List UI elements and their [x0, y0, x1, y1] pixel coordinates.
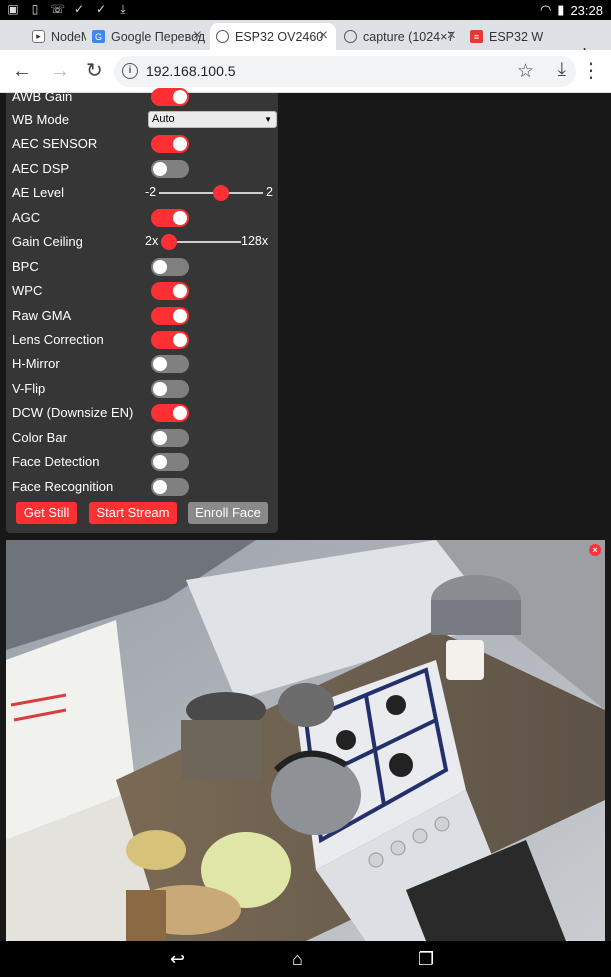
- info-icon[interactable]: i: [122, 63, 138, 79]
- row-awb-gain: AWB Gain: [12, 86, 274, 108]
- row-wb-mode: WB Mode Auto ▼: [12, 109, 277, 131]
- aec-sensor-toggle[interactable]: [151, 135, 189, 153]
- download-done-icon: ⤓: [120, 2, 126, 16]
- recents-nav-icon[interactable]: ❐: [418, 949, 434, 970]
- row-lens-correction: Lens Correction: [12, 329, 274, 351]
- wb-mode-select[interactable]: Auto ▼: [148, 111, 277, 128]
- aec-dsp-toggle[interactable]: [151, 160, 189, 178]
- close-icon[interactable]: ×: [447, 28, 456, 44]
- ae-level-slider[interactable]: [159, 192, 263, 194]
- notification-icons: ▣ ▯ ☏ ✓ ✓ ⤓: [6, 2, 130, 16]
- row-dcw: DCW (Downsize EN): [12, 402, 274, 424]
- enroll-face-button[interactable]: Enroll Face: [188, 502, 268, 524]
- address-bar[interactable]: i 192.168.100.5 ☆ ⤓: [114, 56, 576, 87]
- gain-ceiling-slider[interactable]: [169, 241, 241, 243]
- android-nav-bar: ↩ ⌂ ❐: [0, 941, 611, 977]
- tab-esp32-ov2460[interactable]: ESP32 OV2460 ×: [210, 23, 336, 50]
- dcw-toggle[interactable]: [151, 404, 189, 422]
- globe-icon: [216, 30, 229, 43]
- v-flip-toggle[interactable]: [151, 380, 189, 398]
- row-ae-level: AE Level -2 2: [12, 185, 273, 201]
- back-button[interactable]: ←: [12, 60, 32, 82]
- tab-strip: ▸ NodeMCU G Google Перевод × ESP32 OV246…: [0, 20, 611, 65]
- raw-gma-toggle[interactable]: [151, 307, 189, 325]
- row-v-flip: V-Flip: [12, 378, 274, 400]
- row-bpc: BPC: [12, 256, 274, 278]
- more-menu-icon[interactable]: ⋮: [581, 60, 601, 82]
- check-icon: ✓: [73, 2, 85, 16]
- gain-ceiling-slider-thumb[interactable]: [161, 234, 177, 250]
- camera-frame-image: [6, 540, 605, 941]
- tab-google-translate[interactable]: G Google Перевод ×: [86, 23, 210, 50]
- status-right: ◠ ▮ 23:28: [540, 2, 603, 18]
- row-aec-sensor: AEC SENSOR: [12, 133, 274, 155]
- sim-icon: ▯: [31, 2, 39, 16]
- missed-call-icon: ☏: [50, 2, 66, 16]
- close-icon[interactable]: ×: [193, 28, 202, 44]
- row-face-recognition: Face Recognition: [12, 476, 274, 498]
- translate-icon: G: [92, 30, 105, 43]
- back-nav-icon[interactable]: ↩: [170, 949, 185, 970]
- row-wpc: WPC: [12, 280, 274, 302]
- h-mirror-toggle[interactable]: [151, 355, 189, 373]
- chevron-down-icon: ▼: [264, 115, 272, 124]
- tab-esp32-w[interactable]: ≡ ESP32 W: [464, 23, 556, 50]
- row-gain-ceiling: Gain Ceiling 2x 128x: [12, 234, 269, 250]
- awb-gain-toggle[interactable]: [151, 88, 189, 106]
- agc-toggle[interactable]: [151, 209, 189, 227]
- row-agc: AGC: [12, 207, 274, 229]
- globe-icon: [344, 30, 357, 43]
- get-still-button[interactable]: Get Still: [16, 502, 77, 524]
- row-raw-gma: Raw GMA: [12, 305, 274, 327]
- close-stream-icon[interactable]: ×: [589, 544, 601, 556]
- photo-icon: ▣: [7, 2, 19, 16]
- reload-button[interactable]: ↻: [86, 60, 103, 82]
- face-recognition-toggle[interactable]: [151, 478, 189, 496]
- red-logo-icon: ≡: [470, 30, 483, 43]
- wpc-toggle[interactable]: [151, 282, 189, 300]
- row-h-mirror: H-Mirror: [12, 353, 274, 375]
- start-stream-button[interactable]: Start Stream: [89, 502, 177, 524]
- check-icon: ✓: [95, 2, 107, 16]
- wifi-icon: ◠: [539, 2, 552, 17]
- star-icon[interactable]: ☆: [517, 60, 534, 83]
- forward-button[interactable]: →: [50, 60, 70, 82]
- home-nav-icon[interactable]: ⌂: [292, 949, 303, 970]
- color-bar-toggle[interactable]: [151, 429, 189, 447]
- camera-stream: ×: [6, 540, 605, 941]
- tab-nodemcu[interactable]: ▸ NodeMCU: [26, 23, 86, 50]
- youtube-icon: ▸: [32, 30, 45, 43]
- download-icon[interactable]: ⤓: [558, 59, 566, 81]
- bpc-toggle[interactable]: [151, 258, 189, 276]
- close-icon[interactable]: ×: [319, 28, 328, 44]
- settings-panel: AWB Gain WB Mode Auto ▼ AEC SENSOR AEC D…: [6, 88, 278, 533]
- ae-level-slider-thumb[interactable]: [213, 185, 230, 201]
- url-text[interactable]: 192.168.100.5: [146, 63, 236, 79]
- face-detection-toggle[interactable]: [151, 453, 189, 471]
- tab-capture[interactable]: capture (1024×7 ×: [338, 23, 464, 50]
- battery-icon: ▮: [557, 2, 565, 17]
- clock: 23:28: [570, 2, 603, 18]
- row-aec-dsp: AEC DSP: [12, 158, 274, 180]
- row-face-detection: Face Detection: [12, 451, 274, 473]
- lens-correction-toggle[interactable]: [151, 331, 189, 349]
- row-color-bar: Color Bar: [12, 427, 274, 449]
- status-bar: ▣ ▯ ☏ ✓ ✓ ⤓ ◠ ▮ 23:28: [0, 0, 611, 20]
